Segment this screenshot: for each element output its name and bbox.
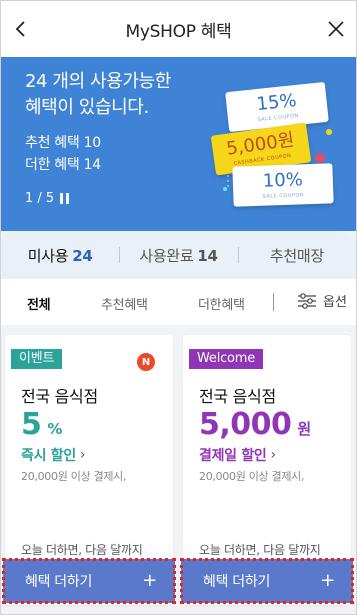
tab-recommended-stores[interactable]: 추천매장 (237, 245, 356, 266)
amount-unit: 원 (297, 420, 311, 438)
chevron-right-icon: › (79, 447, 86, 463)
filter-recommended[interactable]: 추천혜택 (101, 294, 148, 313)
filter-added[interactable]: 더한혜택 (198, 294, 245, 313)
chevron-right-icon: › (270, 447, 276, 463)
event-badge: 이벤트 (11, 349, 63, 369)
discount-type-link[interactable]: 즉시 할인 › (21, 445, 86, 465)
filter-all[interactable]: 전체 (24, 294, 53, 328)
add-benefit-button[interactable]: 혜택 더하기 + (2, 558, 176, 604)
banner-headline-line2: 혜택이 있습니다. (25, 97, 149, 118)
options-label: 옵션 (323, 295, 347, 310)
dot-decoration (326, 129, 332, 135)
discount-type: 결제일 할인 (199, 448, 267, 464)
tab-label: 추천매장 (269, 246, 324, 265)
add-benefit-button[interactable]: 혜택 더하기 + (180, 558, 354, 604)
tab-used[interactable]: 사용완료 14 (119, 245, 237, 266)
validity-note: 오늘 더하면, 다음 달까지 (199, 543, 321, 557)
close-icon[interactable] (326, 19, 346, 39)
banner-headline: 24 개의 사용가능한 혜택이 있습니다. (25, 69, 225, 121)
amount-unit: % (47, 420, 62, 438)
page-title: MySHOP 혜택 (125, 21, 232, 42)
dot-decoration (315, 153, 325, 163)
coupon-value: 10% (262, 169, 304, 192)
divider (273, 293, 274, 311)
plus-icon: + (142, 570, 157, 591)
coupon-list: 이벤트 N 전국 음식점 5% 즉시 할인 › 20,000원 이상 결제시, … (1, 325, 356, 614)
app-frame: MySHOP 혜택 24 개의 사용가능한 혜택이 있습니다. 추천 혜택 10… (0, 0, 357, 615)
pager-text: 1 / 5 (25, 191, 55, 206)
benefit-banner[interactable]: 24 개의 사용가능한 혜택이 있습니다. 추천 혜택 10 더한 혜택 14 … (1, 57, 356, 231)
header: MySHOP 혜택 (1, 1, 356, 57)
tab-label: 사용완료 (139, 246, 194, 265)
condition-text: 20,000원 이상 결제시, (21, 470, 127, 483)
recommend-count: 추천 혜택 10 (25, 135, 101, 151)
button-label: 혜택 더하기 (203, 574, 271, 590)
discount-amount: 5% (21, 407, 62, 442)
discount-type: 즉시 할인 (21, 448, 76, 464)
tab-count: 14 (197, 246, 218, 265)
discount-type-link[interactable]: 결제일 할인 › (199, 445, 276, 465)
plus-icon: + (320, 570, 335, 591)
coupon-image-sale-10: 10% SALE COUPON (232, 163, 334, 207)
welcome-badge: Welcome (189, 349, 264, 369)
amount-value: 5,000 (199, 407, 292, 442)
coupon-image-sale-15: 15% SALE COUPON (225, 81, 329, 133)
tab-count: 24 (72, 246, 93, 265)
plus-count: 더한 혜택 14 (25, 157, 101, 173)
store-name: 전국 음식점 (199, 387, 276, 406)
tab-unused[interactable]: 미사용 24 (1, 245, 119, 266)
validity-note: 오늘 더하면, 다음 달까지 (21, 543, 143, 557)
pause-icon[interactable] (60, 193, 70, 204)
store-name: 전국 음식점 (21, 387, 98, 406)
new-badge: N (137, 353, 155, 371)
chevron-left-icon[interactable] (11, 19, 31, 39)
dot-decoration (223, 187, 227, 191)
button-label: 혜택 더하기 (25, 574, 93, 590)
banner-headline-line1: 24 개의 사용가능한 (25, 71, 171, 92)
options-button[interactable]: 옵션 (297, 291, 347, 310)
coupon-caption: SALE COUPON (262, 192, 305, 200)
main-tabs: 미사용 24 사용완료 14 추천매장 (1, 231, 356, 279)
banner-pager: 1 / 5 (25, 191, 70, 206)
discount-amount: 5,000 원 (199, 407, 311, 442)
tab-label: 미사용 (27, 246, 69, 265)
amount-value: 5 (21, 407, 42, 442)
coupon-value: 15% (255, 89, 298, 116)
sliders-icon (298, 292, 316, 309)
filter-bar: 전체 추천혜택 더한혜택 옵션 (1, 279, 356, 328)
condition-text: 20,000원 이상 결제시, (199, 470, 305, 483)
